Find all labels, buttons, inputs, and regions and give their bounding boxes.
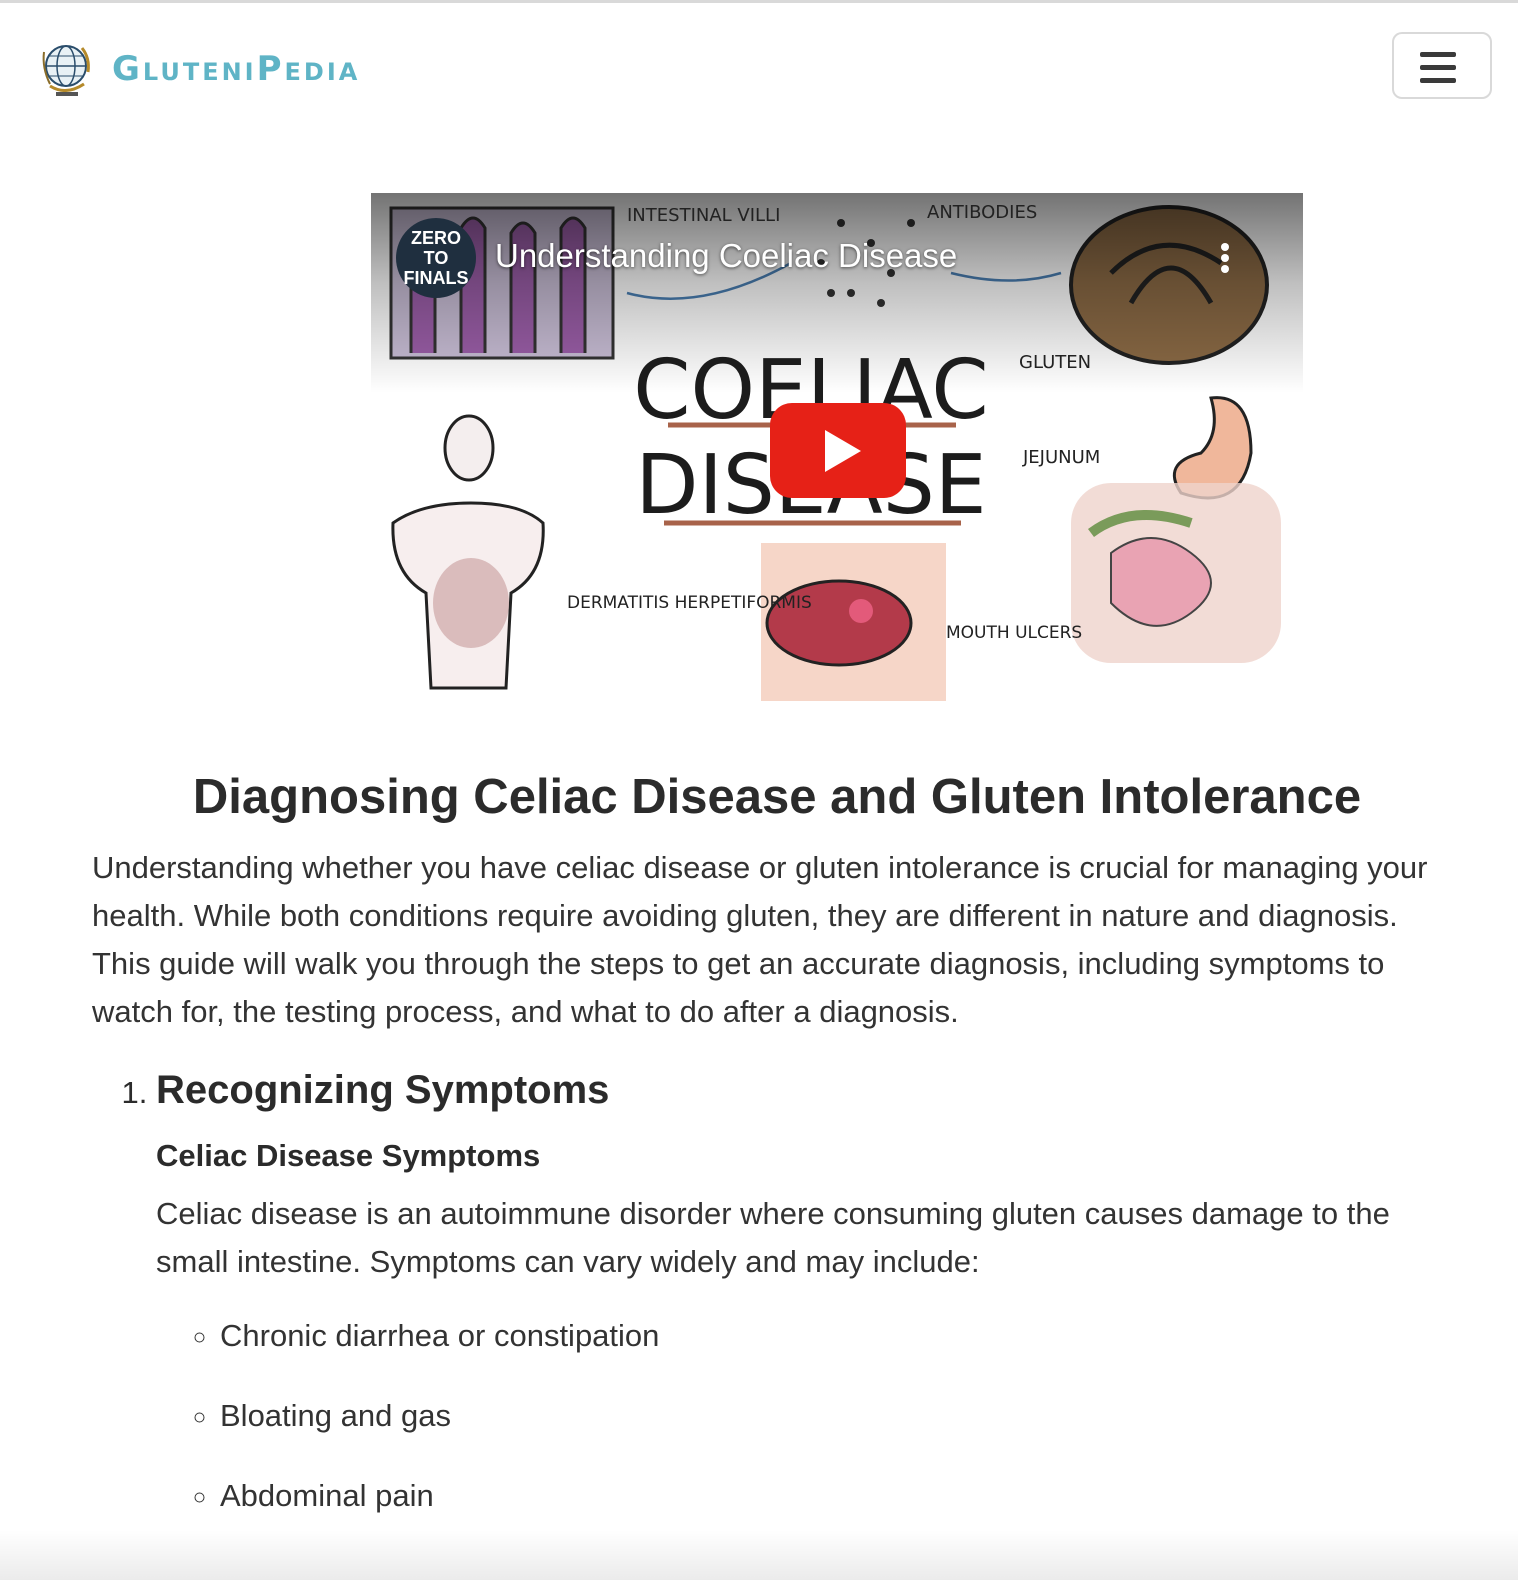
bottom-shadow bbox=[0, 1530, 1518, 1580]
list-item: Chronic diarrhea or constipation bbox=[220, 1312, 1432, 1360]
list-item: Abdominal pain bbox=[220, 1472, 1432, 1520]
steps-list: Recognizing Symptoms Celiac Disease Symp… bbox=[92, 1064, 1432, 1520]
page-title: Diagnosing Celiac Disease and Gluten Int… bbox=[192, 770, 1362, 824]
brand-name[interactable]: GluteniPedia bbox=[112, 47, 360, 91]
section-body: Celiac disease is an autoimmune disorder… bbox=[156, 1196, 1390, 1279]
step-item: Recognizing Symptoms Celiac Disease Symp… bbox=[156, 1064, 1432, 1520]
channel-avatar[interactable]: ZERO TO FINALS bbox=[396, 218, 476, 298]
globe-wheat-icon[interactable] bbox=[38, 38, 98, 100]
list-item: Bloating and gas bbox=[220, 1392, 1432, 1440]
section-subheading: Celiac Disease Symptoms bbox=[156, 1138, 541, 1173]
video-title[interactable]: Understanding Coeliac Disease bbox=[495, 237, 957, 275]
hamburger-menu-button[interactable] bbox=[1392, 32, 1492, 99]
youtube-play-icon[interactable] bbox=[770, 403, 906, 498]
video-embed[interactable]: ZERO TO FINALS Understanding Coeliac Dis… bbox=[371, 193, 1303, 703]
article: Diagnosing Celiac Disease and Gluten Int… bbox=[92, 760, 1432, 1552]
intro-paragraph: Understanding whether you have celiac di… bbox=[92, 850, 1428, 1029]
video-title-overlay bbox=[371, 193, 1303, 393]
step-heading: Recognizing Symptoms bbox=[156, 1068, 610, 1112]
navbar: GluteniPedia bbox=[0, 3, 1518, 128]
symptom-list: Chronic diarrhea or constipation Bloatin… bbox=[156, 1312, 1432, 1520]
more-vertical-icon[interactable] bbox=[1219, 243, 1231, 279]
